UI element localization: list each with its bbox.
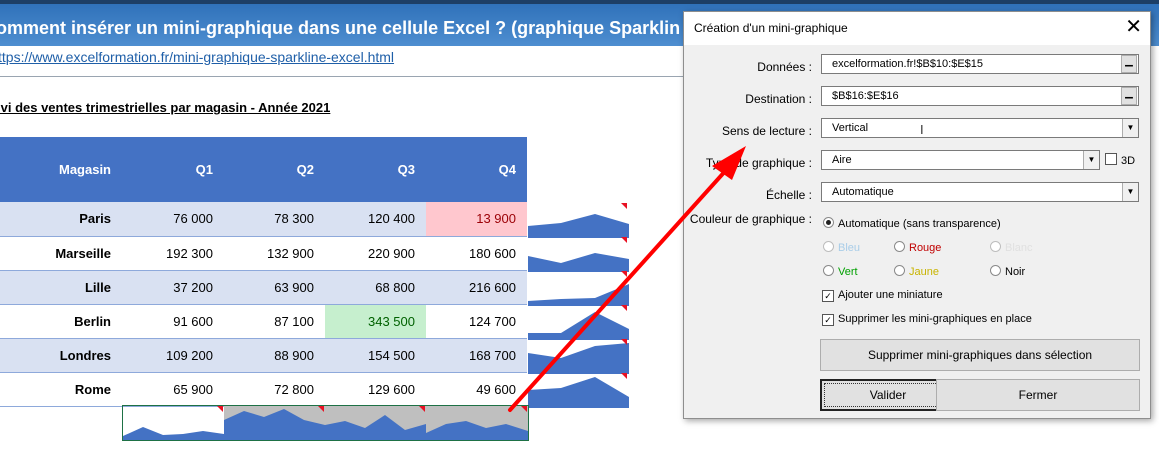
annotation-arrow — [508, 146, 746, 412]
